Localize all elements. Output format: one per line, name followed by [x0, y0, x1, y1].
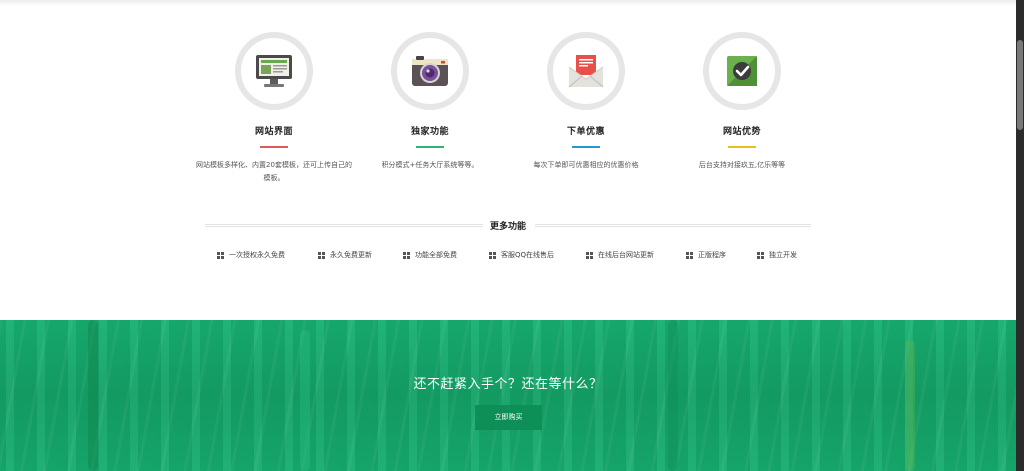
feature-underline — [416, 146, 444, 148]
buy-now-button[interactable]: 立即购买 — [475, 405, 542, 430]
grid-icon — [586, 251, 593, 259]
feature-icon-circle — [391, 32, 469, 110]
feature-icon-circle — [547, 32, 625, 110]
grid-icon — [217, 251, 224, 259]
feature-description: 后台支持对接玖五,亿乐等等 — [698, 161, 786, 169]
feature-underline — [572, 146, 600, 148]
call-to-action-banner: 还不赶紧入手个？还在等什么？ 立即购买 — [0, 320, 1016, 471]
feature-tag: 永久免费更新 — [318, 250, 372, 260]
divider-line-right — [535, 224, 811, 227]
scrollbar-thumb[interactable] — [1017, 40, 1023, 130]
checkbox-icon — [727, 56, 757, 86]
feature-title: 网站界面 — [254, 127, 293, 137]
monitor-icon — [256, 55, 292, 87]
header-shadow — [0, 0, 1016, 6]
feature-tag-label: 在线后台网站更新 — [598, 251, 654, 259]
feature-icon-circle — [703, 32, 781, 110]
feature-tag: 客服QQ在线售后 — [489, 250, 554, 260]
grid-icon — [686, 251, 693, 259]
grid-icon — [403, 251, 410, 259]
feature-tag: 功能全部免费 — [403, 250, 457, 260]
feature-website-ui: 网站界面 网站模板多样化、内置20套模板，还可上传自己的模板。 — [194, 32, 354, 185]
feature-description: 积分模式+任务大厅系统等等。 — [381, 161, 479, 169]
grid-icon — [489, 251, 496, 259]
banner-texture — [88, 320, 98, 471]
feature-title: 下单优惠 — [566, 127, 605, 137]
feature-tag-label: 一次授权永久免费 — [229, 251, 285, 259]
grid-icon — [318, 251, 325, 259]
banner-texture — [905, 340, 915, 471]
feature-exclusive: 独家功能 积分模式+任务大厅系统等等。 — [350, 32, 510, 172]
feature-tag-label: 永久免费更新 — [330, 251, 372, 259]
feature-tag-label: 独立开发 — [769, 251, 797, 259]
feature-tag: 独立开发 — [757, 250, 797, 260]
feature-tag: 在线后台网站更新 — [586, 250, 654, 260]
more-features-list: 一次授权永久免费 永久免费更新 功能全部免费 客服QQ在线售后 在线后台网站更新… — [0, 250, 1016, 262]
feature-title: 网站优势 — [722, 127, 761, 137]
feature-tag: 一次授权永久免费 — [217, 250, 285, 260]
banner-texture — [668, 320, 678, 471]
banner-background — [0, 320, 1016, 471]
envelope-icon — [568, 55, 604, 88]
cta-heading: 还不赶紧入手个？还在等什么？ — [413, 377, 603, 392]
scrollbar[interactable] — [1016, 0, 1024, 471]
feature-underline — [728, 146, 756, 148]
banner-texture — [300, 330, 310, 471]
feature-tag: 正版程序 — [686, 250, 726, 260]
feature-title: 独家功能 — [410, 127, 449, 137]
grid-icon — [757, 251, 764, 259]
feature-discount: 下单优惠 每次下单即可优惠相应的优惠价格 — [506, 32, 666, 172]
feature-description: 网站模板多样化、内置20套模板，还可上传自己的模板。 — [196, 161, 352, 182]
feature-tag-label: 客服QQ在线售后 — [501, 251, 555, 259]
feature-icon-circle — [235, 32, 313, 110]
feature-tag-label: 功能全部免费 — [415, 251, 457, 259]
feature-advantage: 网站优势 后台支持对接玖五,亿乐等等 — [662, 32, 822, 172]
more-features-divider: 更多功能 — [205, 218, 811, 232]
feature-description: 每次下单即可优惠相应的优惠价格 — [533, 161, 639, 169]
feature-tag-label: 正版程序 — [698, 251, 726, 259]
camera-icon — [412, 56, 448, 86]
feature-underline — [260, 146, 288, 148]
